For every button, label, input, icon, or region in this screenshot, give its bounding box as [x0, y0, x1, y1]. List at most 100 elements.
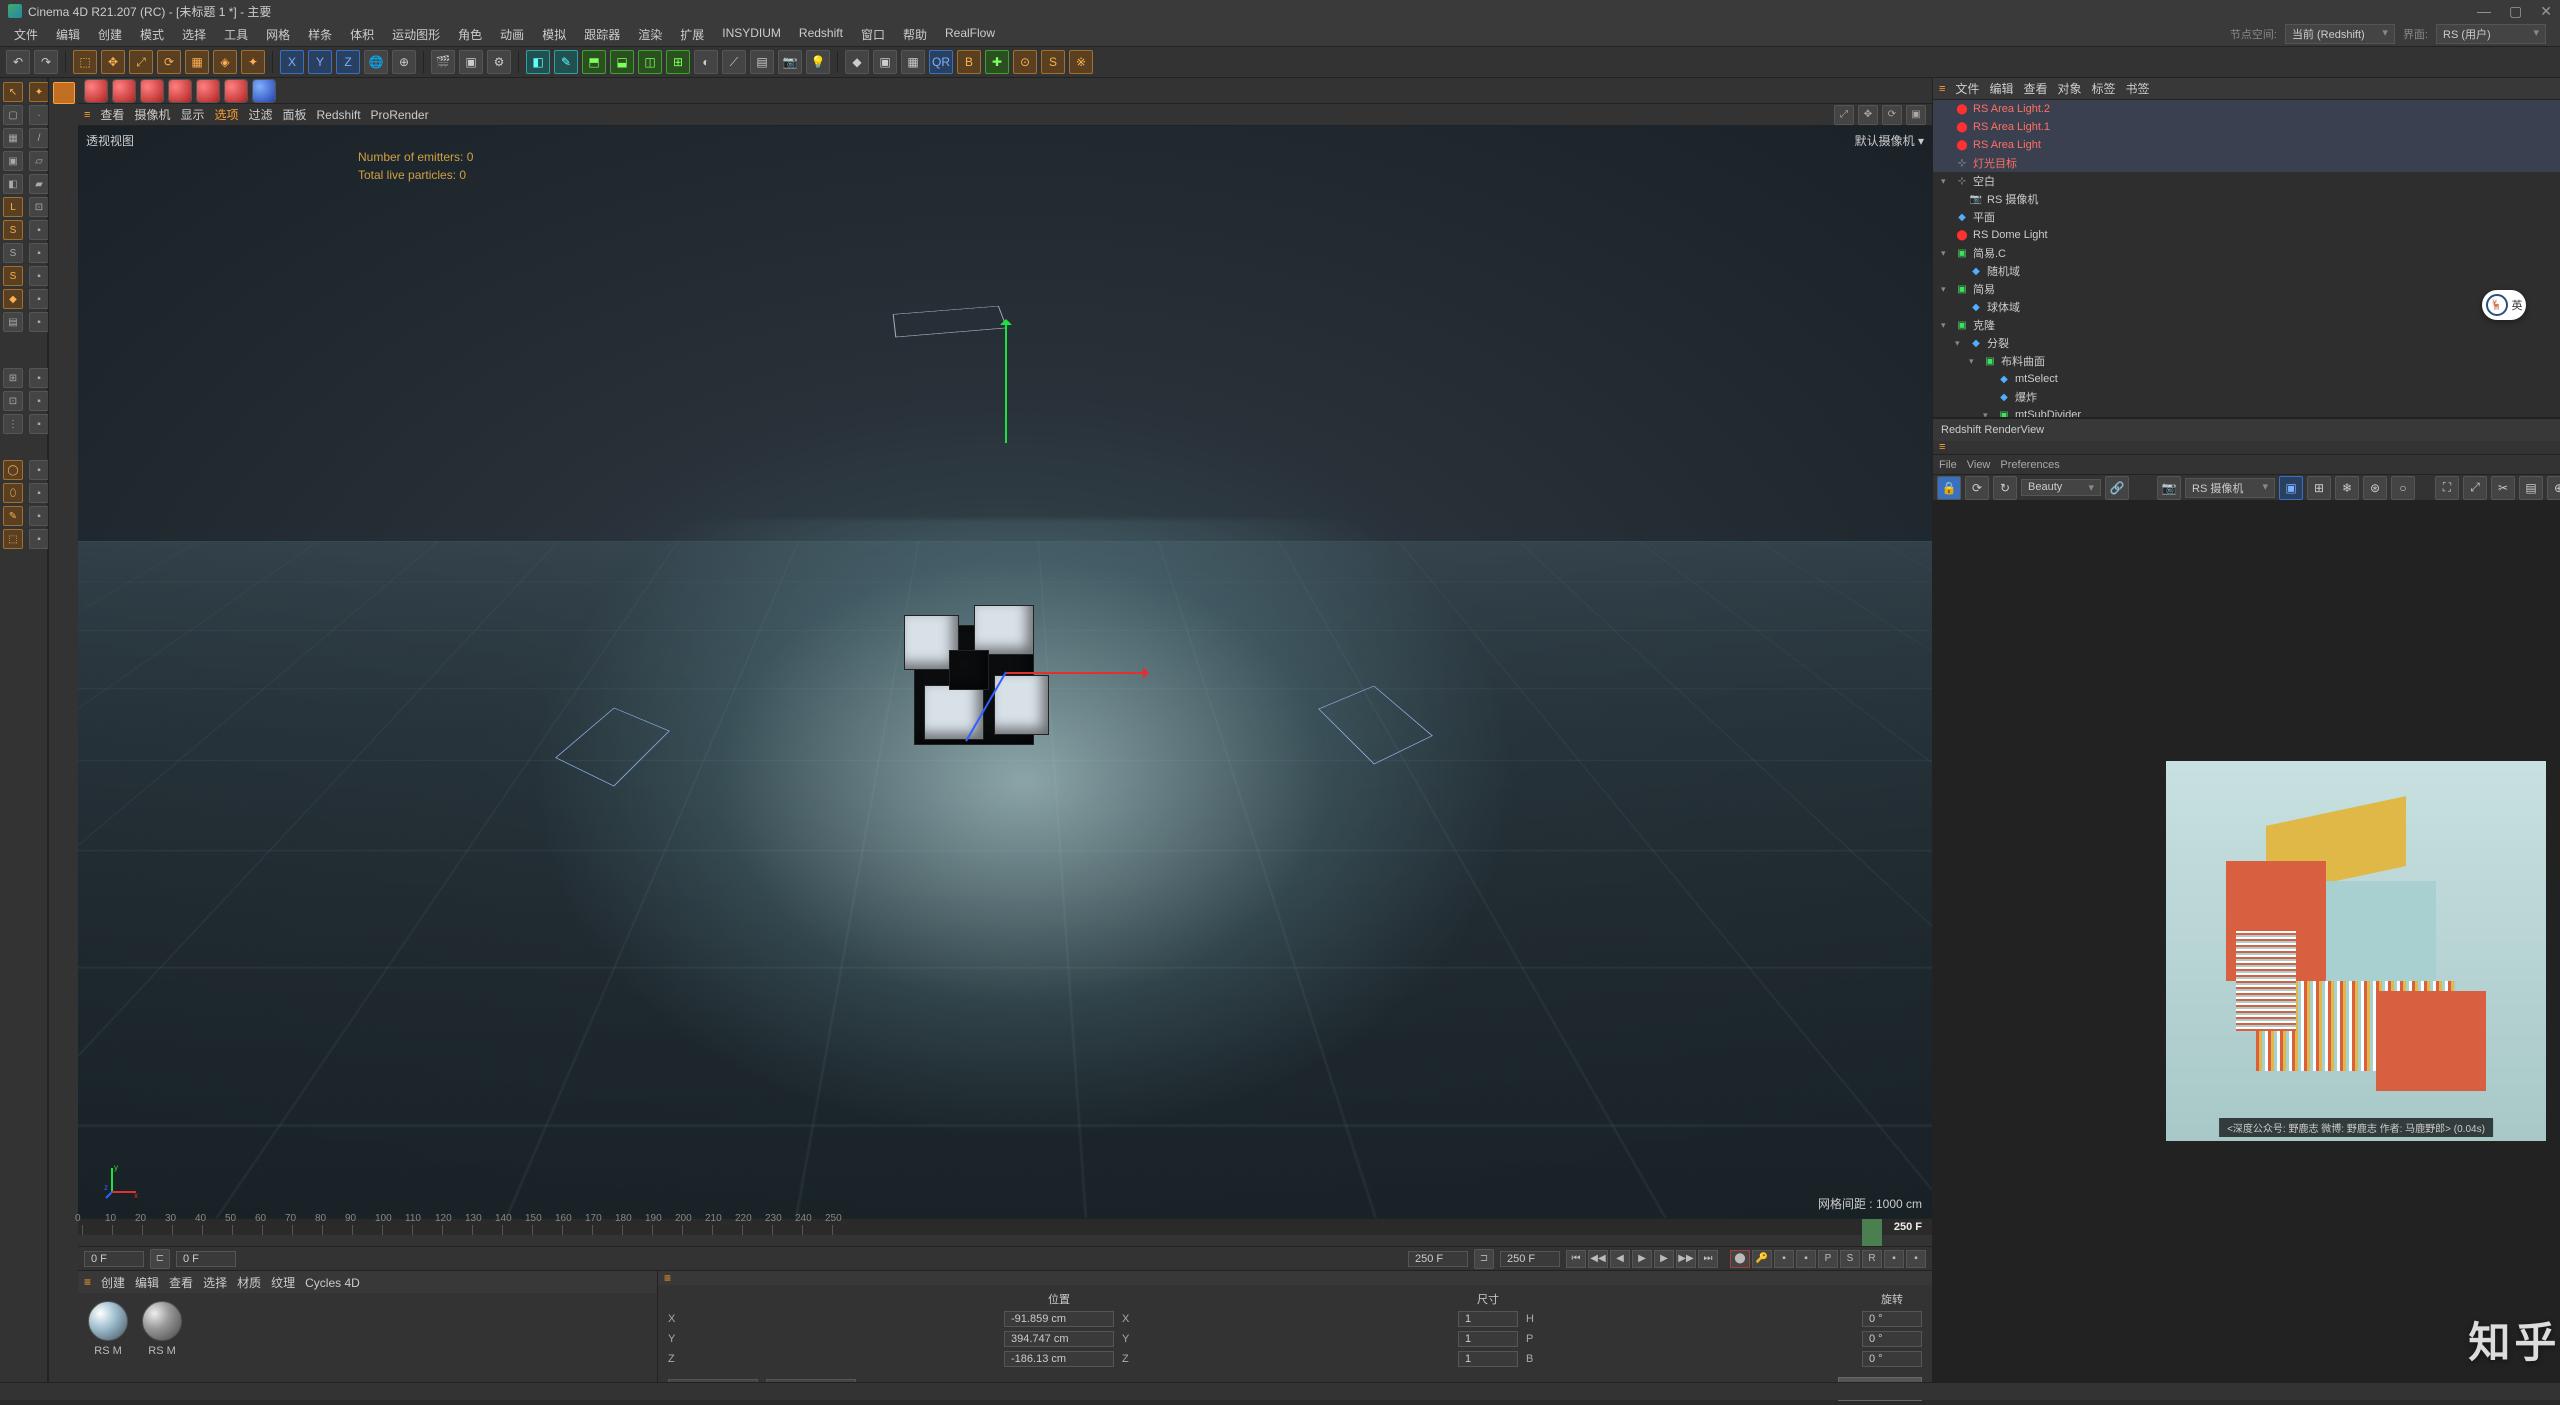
viewport-menu-icon[interactable]: ≡ [84, 109, 90, 121]
range-start-b[interactable]: 0 F [176, 1251, 236, 1267]
record-button[interactable]: ⬤ [1730, 1250, 1750, 1268]
range-lock-2[interactable]: ⊐ [1474, 1249, 1494, 1269]
rs-orb-7[interactable] [252, 79, 276, 103]
menu-角色[interactable]: 角色 [450, 24, 490, 45]
tree-row[interactable]: 📷RS 摄像机 [1933, 190, 2560, 208]
prev-frame[interactable]: ◀ [1610, 1250, 1630, 1268]
pos-Y[interactable] [1004, 1331, 1114, 1347]
rv-opt-5[interactable]: ⊕ [2547, 476, 2560, 500]
sel-tool-2[interactable]: ⬯ [3, 483, 23, 503]
face-tool[interactable]: ▰ [29, 174, 49, 194]
mograph-button[interactable]: ⊞ [666, 50, 690, 74]
rv-link-icon[interactable]: 🔗 [2105, 476, 2129, 500]
tree-row[interactable]: ◆平面 [1933, 208, 2560, 226]
vp-nav-4[interactable]: ▣ [1906, 105, 1926, 125]
rs-orb-3[interactable] [140, 79, 164, 103]
axis-x-toggle[interactable]: X [280, 50, 304, 74]
field-button[interactable]: ⟋ [722, 50, 746, 74]
obj-menu-icon[interactable]: ≡ [1939, 83, 1945, 95]
object-name[interactable]: 简易 [1973, 281, 2560, 297]
sel-tool-1[interactable]: ◯ [3, 460, 23, 480]
tree-row[interactable]: ▾▣简易 [1933, 280, 2560, 298]
material-tab-Cycles 4D[interactable]: Cycles 4D [305, 1276, 360, 1290]
material-tab-查看[interactable]: 查看 [169, 1276, 193, 1290]
tree-row[interactable]: ◆mtSelect [1933, 370, 2560, 388]
object-name[interactable]: RS Dome Light [1973, 229, 2560, 241]
light-button[interactable]: 💡 [806, 50, 830, 74]
snap-1[interactable]: ⊞ [3, 368, 23, 388]
snap-b3[interactable]: ▪ [29, 414, 49, 434]
tree-row[interactable]: ◆爆炸 [1933, 388, 2560, 406]
undo-button[interactable]: ↶ [6, 50, 30, 74]
world-toggle[interactable]: 🌐 [364, 50, 388, 74]
object-name[interactable]: RS 摄像机 [1987, 191, 2560, 207]
rs-orb-5[interactable] [196, 79, 220, 103]
snap-2[interactable]: ⊡ [3, 391, 23, 411]
sel-b3[interactable]: ▪ [29, 506, 49, 526]
object-name[interactable]: mtSelect [2015, 373, 2560, 385]
texture-tool[interactable]: L [3, 197, 23, 217]
material-tab-创建[interactable]: 创建 [101, 1276, 125, 1290]
tree-expand-icon[interactable]: ▾ [1983, 410, 1993, 418]
redo-button[interactable]: ↷ [34, 50, 58, 74]
tree-expand-icon[interactable]: ▾ [1941, 248, 1951, 259]
viewport-menu-过滤[interactable]: 过滤 [248, 108, 272, 122]
quick-render-icon[interactable]: QR [929, 50, 953, 74]
plugin-5[interactable]: ✚ [985, 50, 1009, 74]
rot-Z[interactable] [1862, 1351, 1922, 1367]
maximize-button[interactable]: ▢ [2509, 3, 2522, 20]
deformer-button[interactable]: ◐ [694, 50, 718, 74]
range-end-b[interactable]: 250 F [1500, 1251, 1560, 1267]
rv-circle-icon[interactable]: ○ [2391, 476, 2415, 500]
generator-1[interactable]: ⬒ [582, 50, 606, 74]
object-name[interactable]: 克隆 [1973, 317, 2560, 333]
rot-X[interactable] [1862, 1311, 1922, 1327]
axis-y-toggle[interactable]: Y [308, 50, 332, 74]
tree-row[interactable]: ▾◆分裂 [1933, 334, 2560, 352]
goto-start[interactable]: ⏮ [1566, 1250, 1586, 1268]
rv-refresh-button[interactable]: ↻ [1993, 476, 2017, 500]
tree-row[interactable]: ⊹灯光目标 [1933, 154, 2560, 172]
key-param[interactable]: ▪ [1884, 1250, 1904, 1268]
tree-expand-icon[interactable]: ▾ [1955, 338, 1965, 349]
rv-opt-3[interactable]: ✂ [2491, 476, 2515, 500]
viewport-menu-选项[interactable]: 选项 [214, 108, 238, 122]
mesh-tool[interactable]: ▦ [3, 128, 23, 148]
misc-tool-1[interactable]: ◆ [3, 289, 23, 309]
rv-hamburger-icon[interactable]: ≡ [1939, 441, 1945, 453]
tree-row[interactable]: ⬤RS Area Light.2 [1933, 100, 2560, 118]
vp-nav-1[interactable]: ⤢ [1834, 105, 1854, 125]
next-frame[interactable]: ▶ [1654, 1250, 1674, 1268]
tool-5[interactable]: ▦ [185, 50, 209, 74]
camera-button[interactable]: 📷 [778, 50, 802, 74]
plugin-2[interactable]: ▣ [873, 50, 897, 74]
rv-bucket-icon[interactable]: ⊞ [2307, 476, 2331, 500]
menu-跟踪器[interactable]: 跟踪器 [576, 24, 628, 45]
menu-运动图形[interactable]: 运动图形 [384, 24, 448, 45]
pos-X[interactable] [1004, 1311, 1114, 1327]
menu-Redshift[interactable]: Redshift [791, 24, 851, 45]
plugin-4[interactable]: B [957, 50, 981, 74]
object-name[interactable]: 随机域 [1987, 263, 2560, 279]
rs-orb-4[interactable] [168, 79, 192, 103]
menu-体积[interactable]: 体积 [342, 24, 382, 45]
rv-menu-File[interactable]: File [1939, 459, 1957, 471]
mode-add[interactable] [53, 82, 75, 104]
ime-badge[interactable]: 🦌 英 [2482, 290, 2526, 320]
palette-4[interactable]: ▪ [29, 289, 49, 309]
object-name[interactable]: 布料曲面 [2001, 353, 2560, 369]
primitive-cube[interactable]: ◧ [526, 50, 550, 74]
goto-end[interactable]: ⏭ [1698, 1250, 1718, 1268]
tool-7[interactable]: ✦ [241, 50, 265, 74]
vp-nav-2[interactable]: ✥ [1858, 105, 1878, 125]
range-start-a[interactable]: 0 F [84, 1251, 144, 1267]
rv-ipr-button[interactable]: ⟳ [1965, 476, 1989, 500]
generator-3[interactable]: ◫ [638, 50, 662, 74]
scale-tool[interactable]: ⤢ [129, 50, 153, 74]
viewport-menu-摄像机[interactable]: 摄像机 [134, 108, 170, 122]
prev-key[interactable]: ◀◀ [1588, 1250, 1608, 1268]
render-output[interactable]: <深度公众号: 野鹿志 微博: 野鹿志 作者: 马鹿野郎> (0.04s) Pr… [1933, 501, 2560, 1400]
play-button[interactable]: ▶ [1632, 1250, 1652, 1268]
render-button[interactable]: 🎬 [431, 50, 455, 74]
sel-b4[interactable]: ▪ [29, 529, 49, 549]
